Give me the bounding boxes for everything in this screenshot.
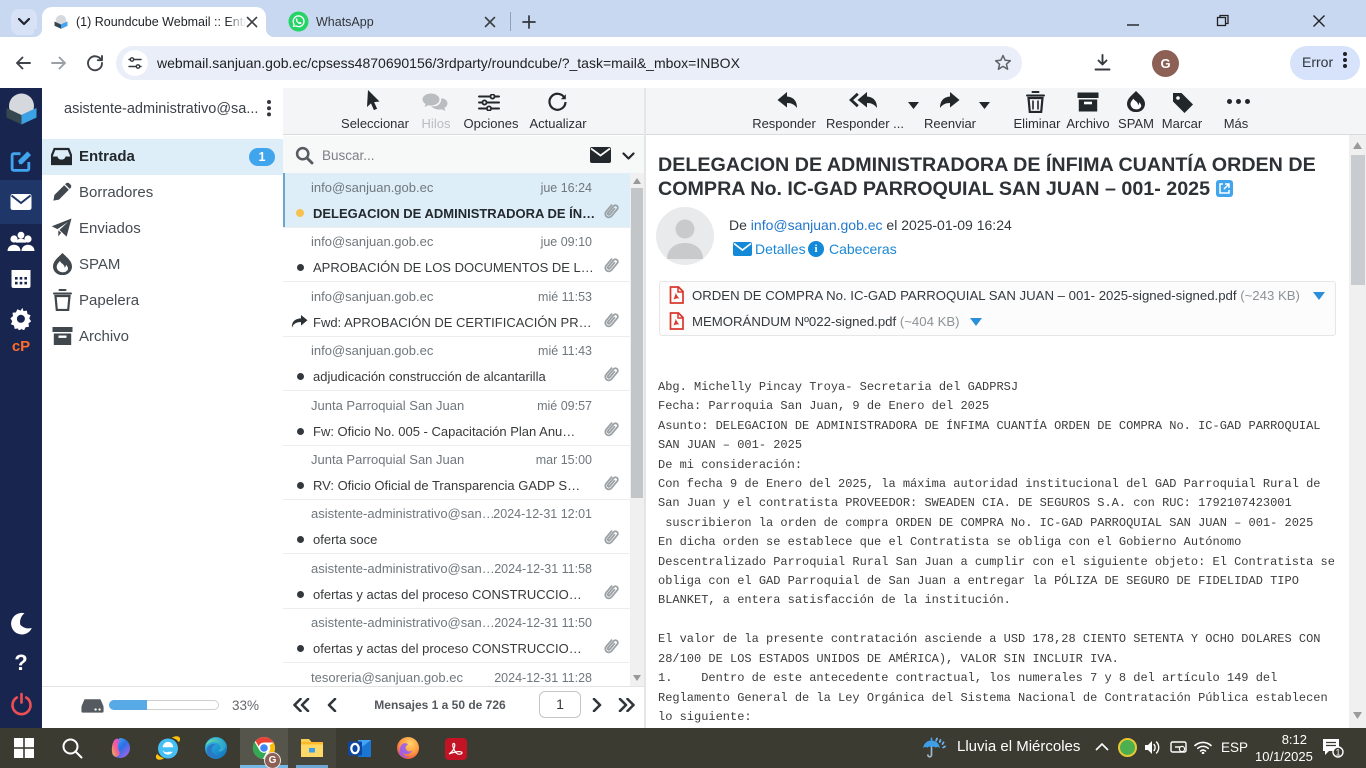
svg-text:1: 1	[1335, 748, 1340, 758]
